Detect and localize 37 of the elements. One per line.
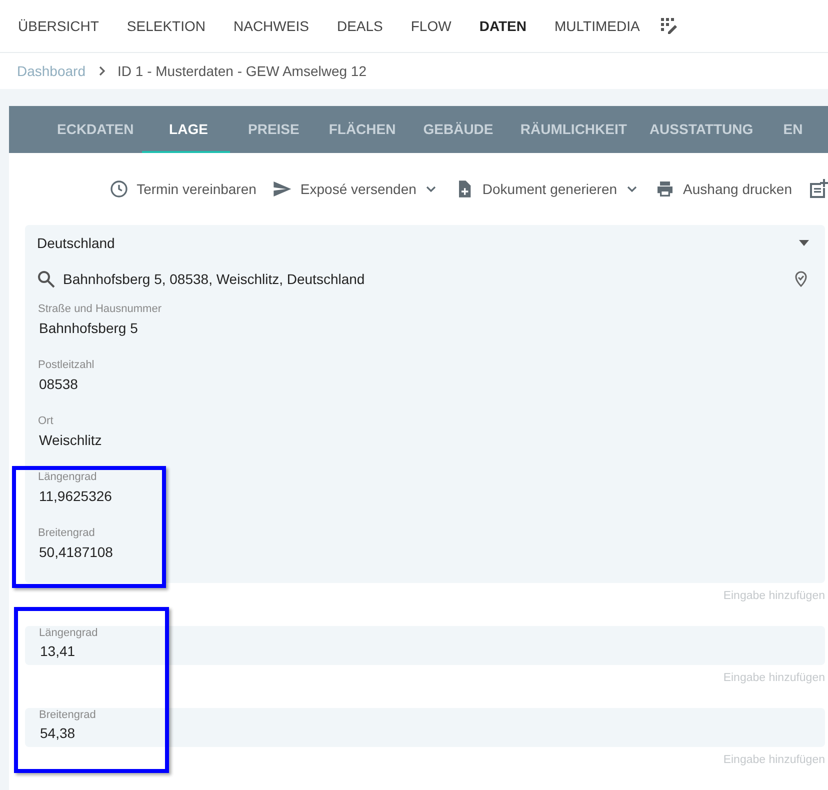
field-label: Breitengrad bbox=[39, 709, 97, 721]
action-button[interactable]: Exposé versenden bbox=[272, 179, 438, 199]
nav-tab[interactable]: SELEKTION bbox=[112, 18, 220, 34]
dropdown-triangle-icon bbox=[799, 240, 809, 246]
field-label: Straße und Hausnummer bbox=[38, 303, 162, 315]
field-value[interactable]: 50,4187108 bbox=[38, 544, 813, 560]
nav-tab[interactable]: DATEN bbox=[465, 18, 541, 34]
field-value[interactable]: Bahnhofsberg 5 bbox=[38, 320, 813, 336]
grid-edit-icon[interactable] bbox=[660, 17, 678, 35]
nav-tab[interactable]: ÜBERSICHT bbox=[4, 18, 113, 34]
search-icon bbox=[37, 270, 55, 288]
nav-tab[interactable]: FLOW bbox=[396, 18, 466, 34]
printer-icon bbox=[655, 179, 676, 199]
action-button[interactable]: Dokument generieren bbox=[454, 179, 640, 199]
nav-tab[interactable]: DEALS bbox=[322, 18, 397, 34]
send-icon bbox=[272, 179, 292, 199]
field-value[interactable]: 54,38 bbox=[39, 725, 811, 741]
field-label: Postleitzahl bbox=[38, 359, 96, 371]
field-value[interactable]: Weischlitz bbox=[38, 432, 813, 448]
action-button[interactable]: Aushang drucken bbox=[655, 179, 792, 199]
pin-check-icon[interactable] bbox=[793, 271, 809, 287]
field-label: Breitengrad bbox=[38, 527, 96, 539]
address-search-field[interactable]: Bahnhofsberg 5, 08538, Weischlitz, Deutschland bbox=[63, 271, 785, 287]
clock-icon bbox=[108, 179, 129, 199]
action-button[interactable]: Termin vereinbaren bbox=[108, 179, 256, 199]
field-value[interactable]: 08538 bbox=[38, 376, 813, 392]
field-label: Längengrad bbox=[38, 471, 98, 483]
field-value[interactable]: 13,41 bbox=[39, 643, 811, 659]
nav-tab[interactable]: NACHWEIS bbox=[220, 18, 323, 34]
country-select[interactable]: Deutschland bbox=[37, 231, 813, 255]
nav-tab[interactable]: MULTIMEDIA bbox=[540, 18, 654, 34]
field-value[interactable]: 11,9625326 bbox=[38, 488, 813, 504]
breadcrumb-current: ID 1 - Musterdaten - GEW Amselweg 12 bbox=[118, 63, 366, 79]
field-label: Längengrad bbox=[39, 627, 99, 639]
section-tab[interactable]: LAGE bbox=[142, 106, 230, 153]
note-add-icon[interactable] bbox=[808, 179, 828, 199]
field-label: Ort bbox=[38, 415, 54, 427]
